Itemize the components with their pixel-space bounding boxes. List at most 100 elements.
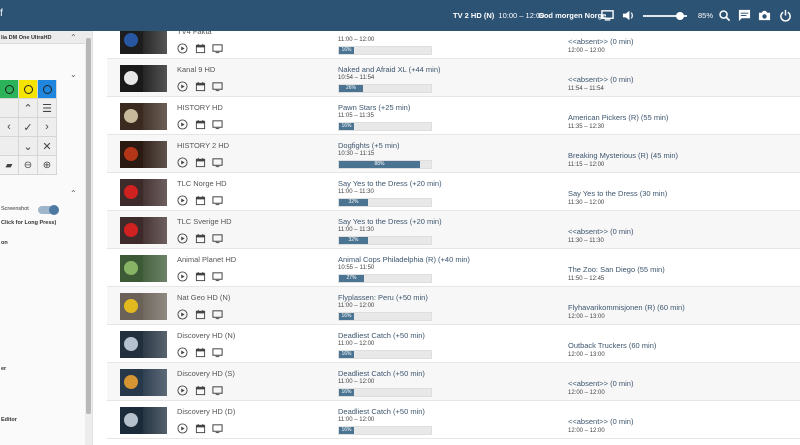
calendar-icon[interactable] <box>195 271 206 282</box>
channel-name[interactable]: TV4 Fakta <box>177 31 212 36</box>
channel-thumbnail[interactable] <box>120 65 167 92</box>
channel-thumbnail[interactable] <box>120 179 167 206</box>
remote-up-button[interactable]: ⌃ <box>19 99 38 118</box>
channel-row[interactable]: HISTORY HD Pawn Stars (+25 min) 11:05 – 11… <box>107 97 800 135</box>
current-program-title[interactable]: Dogfights (+5 min) <box>338 141 399 150</box>
calendar-icon[interactable] <box>195 195 206 206</box>
channel-thumbnail[interactable] <box>120 369 167 396</box>
current-program-title[interactable]: Say Yes to the Dress (+20 min) <box>338 217 442 226</box>
tv-icon[interactable] <box>212 309 223 320</box>
channel-row[interactable]: Kanal 9 HD Naked and Afraid XL (+44 min) 1… <box>107 59 800 97</box>
next-program-title[interactable]: Outback Truckers (60 min) <box>568 341 656 350</box>
remote-exit-button[interactable]: ✕ <box>38 137 57 156</box>
channel-thumbnail[interactable] <box>120 407 167 434</box>
remote-ok-button[interactable]: ✓ <box>19 118 38 137</box>
channel-row[interactable]: TV4 Fakta 11:00 – 12:00 16% <<absent>> (0 m… <box>107 31 800 59</box>
tv-icon[interactable] <box>212 195 223 206</box>
volume-icon[interactable] <box>622 9 635 22</box>
remote-down-button[interactable]: ⌄ <box>19 137 38 156</box>
current-program-title[interactable]: Deadliest Catch (+50 min) <box>338 331 425 340</box>
tv-icon[interactable] <box>212 385 223 396</box>
channel-name[interactable]: TLC Sverige HD <box>177 217 232 226</box>
camera-icon[interactable] <box>758 9 771 22</box>
channel-name[interactable]: Discovery HD (N) <box>177 331 235 340</box>
next-program-title[interactable]: <<absent>> (0 min) <box>568 417 633 426</box>
remote-volume-up-button[interactable]: ⊕ <box>38 156 57 175</box>
channel-name[interactable]: Animal Planet HD <box>177 255 236 264</box>
remote-folder-button[interactable]: ▰ <box>0 156 19 175</box>
channel-thumbnail[interactable] <box>120 31 167 54</box>
current-program-title[interactable]: Naked and Afraid XL (+44 min) <box>338 65 441 74</box>
remote-left-button[interactable]: ‹ <box>0 118 19 137</box>
tv-icon[interactable] <box>212 81 223 92</box>
channel-row[interactable]: Nat Geo HD (N) Flyplassen: Peru (+50 min)… <box>107 287 800 325</box>
current-program-title[interactable]: Say Yes to the Dress (+20 min) <box>338 179 442 188</box>
calendar-icon[interactable] <box>195 309 206 320</box>
current-program-title[interactable]: Animal Cops Philadelphia (R) (+40 min) <box>338 255 470 264</box>
power-icon[interactable] <box>779 9 792 22</box>
tv-icon[interactable] <box>212 233 223 244</box>
calendar-icon[interactable] <box>195 119 206 130</box>
channel-name[interactable]: Kanal 9 HD <box>177 65 215 74</box>
channel-thumbnail[interactable] <box>120 255 167 282</box>
next-program-title[interactable]: The Zoo: San Diego (55 min) <box>568 265 665 274</box>
remote-right-button[interactable]: › <box>38 118 57 137</box>
screenshot-toggle-knob[interactable] <box>49 205 59 215</box>
now-playing[interactable]: TV 2 HD (N) 10:00 – 12:00 <box>453 11 544 20</box>
calendar-icon[interactable] <box>195 81 206 92</box>
play-icon[interactable] <box>177 271 188 282</box>
play-icon[interactable] <box>177 423 188 434</box>
next-program-title[interactable]: Breaking Mysterious (R) (45 min) <box>568 151 678 160</box>
remote-menu-button[interactable]: ☰ <box>38 99 57 118</box>
tv-icon[interactable] <box>212 43 223 54</box>
play-icon[interactable] <box>177 119 188 130</box>
channel-thumbnail[interactable] <box>120 217 167 244</box>
next-program-title[interactable]: Flyhavarikommisjonen (R) (60 min) <box>568 303 685 312</box>
channel-thumbnail[interactable] <box>120 141 167 168</box>
channel-name[interactable]: Discovery HD (S) <box>177 369 235 378</box>
calendar-icon[interactable] <box>195 423 206 434</box>
channel-name[interactable]: HISTORY HD <box>177 103 223 112</box>
current-program-title[interactable]: Deadliest Catch (+50 min) <box>338 369 425 378</box>
now-program[interactable]: God morgen Norge <box>538 11 606 20</box>
calendar-icon[interactable] <box>195 347 206 358</box>
current-program-title[interactable]: Deadliest Catch (+50 min) <box>338 407 425 416</box>
channel-name[interactable]: HISTORY 2 HD <box>177 141 229 150</box>
chevron-down-icon[interactable]: ⌄ <box>70 70 77 79</box>
next-program-title[interactable]: American Pickers (R) (55 min) <box>568 113 668 122</box>
play-icon[interactable] <box>177 43 188 54</box>
tv-icon[interactable] <box>212 347 223 358</box>
channel-row[interactable]: Discovery HD (N) Deadliest Catch (+50 min… <box>107 325 800 363</box>
remote-blank-button[interactable] <box>0 99 19 118</box>
channel-row[interactable]: Animal Planet HD Animal Cops Philadelphia… <box>107 249 800 287</box>
channel-name[interactable]: Discovery HD (D) <box>177 407 235 416</box>
next-program-title[interactable]: <<absent>> (0 min) <box>568 37 633 46</box>
editor-label[interactable]: Editor <box>1 417 17 423</box>
current-program-title[interactable]: Flyplassen: Peru (+50 min) <box>338 293 428 302</box>
channel-row[interactable]: TLC Norge HD Say Yes to the Dress (+20 mi… <box>107 173 800 211</box>
tv-icon[interactable] <box>212 271 223 282</box>
channel-row[interactable]: TLC Sverige HD Say Yes to the Dress (+20 … <box>107 211 800 249</box>
remote-blank-button-2[interactable] <box>0 137 19 156</box>
current-program-title[interactable]: Pawn Stars (+25 min) <box>338 103 410 112</box>
next-program-title[interactable]: <<absent>> (0 min) <box>568 75 633 84</box>
play-icon[interactable] <box>177 195 188 206</box>
chevron-up-icon[interactable]: ⌃ <box>70 33 77 42</box>
play-icon[interactable] <box>177 157 188 168</box>
play-icon[interactable] <box>177 233 188 244</box>
play-icon[interactable] <box>177 347 188 358</box>
play-icon[interactable] <box>177 309 188 320</box>
channel-row[interactable]: Discovery HD (D) Deadliest Catch (+50 min… <box>107 401 800 439</box>
sidebar-scrollbar-thumb[interactable] <box>86 38 91 414</box>
next-program-title[interactable]: Say Yes to the Dress (30 min) <box>568 189 667 198</box>
tv-icon[interactable] <box>212 423 223 434</box>
channel-thumbnail[interactable] <box>120 293 167 320</box>
message-icon[interactable] <box>738 9 751 22</box>
calendar-icon[interactable] <box>195 43 206 54</box>
calendar-icon[interactable] <box>195 157 206 168</box>
next-program-title[interactable]: <<absent>> (0 min) <box>568 379 633 388</box>
tv-icon[interactable] <box>212 119 223 130</box>
remote-volume-down-button[interactable]: ⊖ <box>19 156 38 175</box>
channel-row[interactable]: Discovery HD (S) Deadliest Catch (+50 min… <box>107 363 800 401</box>
search-icon[interactable] <box>718 9 731 22</box>
